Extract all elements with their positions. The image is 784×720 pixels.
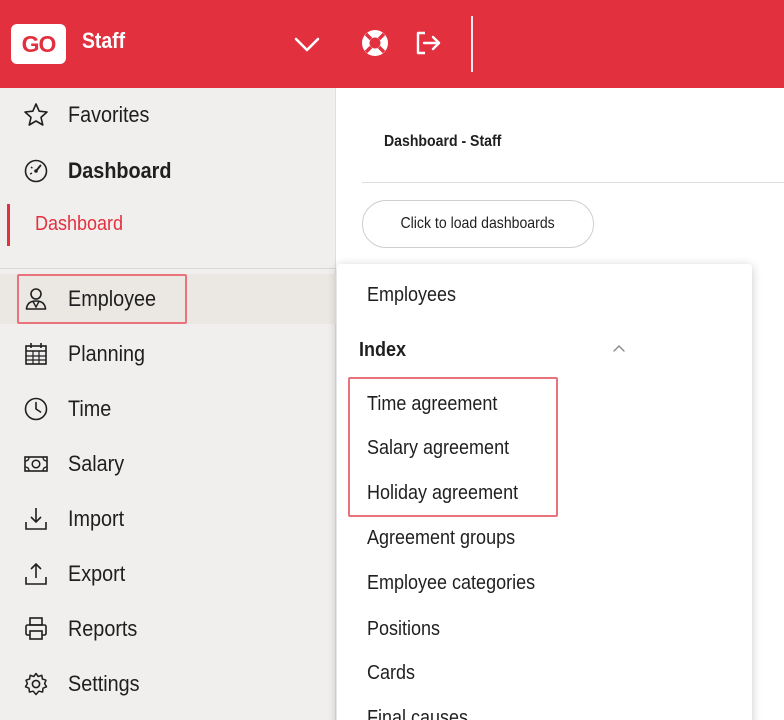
app-title: Staff (82, 28, 126, 53)
menu-item-final-causes[interactable]: Final causes (367, 707, 468, 720)
go-logo[interactable]: GO (11, 24, 66, 64)
sidebar-subitem-label: Dashboard (35, 213, 124, 235)
sidebar-item-label: Reports (68, 616, 138, 641)
highlight-agreements (348, 377, 558, 517)
sidebar-item-label: Export (68, 561, 126, 586)
clock-icon (24, 397, 48, 421)
gear-icon (24, 672, 48, 696)
gauge-icon (24, 159, 48, 183)
sidebar-item-import[interactable]: Import (0, 494, 336, 544)
sidebar-item-label: Settings (68, 671, 140, 696)
sidebar-item-favorites[interactable]: Favorites (0, 90, 336, 140)
top-header: GO Staff (0, 0, 784, 88)
header-divider (471, 16, 473, 72)
sidebar-section-dashboard[interactable]: Dashboard (0, 146, 336, 196)
sidebar: Favorites Dashboard Dashboard Employee P… (0, 88, 336, 720)
calendar-icon (25, 343, 47, 365)
active-indicator (7, 204, 10, 246)
import-icon (25, 508, 47, 530)
main-divider (362, 182, 784, 183)
sidebar-divider (0, 268, 336, 269)
sidebar-item-label: Import (68, 506, 125, 531)
sidebar-item-label: Planning (68, 341, 146, 366)
sidebar-item-reports[interactable]: Reports (0, 604, 336, 654)
sidebar-item-settings[interactable]: Settings (0, 659, 336, 709)
employee-menu-dropdown: Employees Index Time agreement Salary ag… (337, 264, 752, 720)
star-icon (24, 103, 48, 126)
load-dashboards-button[interactable]: Click to load dashboards (362, 200, 594, 248)
printer-icon (25, 617, 47, 640)
sidebar-item-time[interactable]: Time (0, 384, 336, 434)
sidebar-subitem-dashboard[interactable]: Dashboard (0, 200, 336, 250)
load-dashboards-label: Click to load dashboards (400, 215, 556, 232)
logout-icon[interactable] (414, 29, 442, 57)
menu-item-positions[interactable]: Positions (367, 618, 440, 641)
money-icon (24, 456, 48, 472)
menu-item-agreement-groups[interactable]: Agreement groups (367, 527, 515, 550)
chevron-up-icon[interactable] (611, 342, 627, 354)
export-icon (25, 562, 47, 585)
sidebar-item-label: Salary (68, 451, 125, 476)
sidebar-item-planning[interactable]: Planning (0, 329, 336, 379)
page-title: Dashboard - Staff (384, 133, 502, 150)
sidebar-item-export[interactable]: Export (0, 549, 336, 599)
menu-item-cards[interactable]: Cards (367, 662, 415, 685)
lifebuoy-icon[interactable] (360, 28, 390, 58)
sidebar-item-label: Dashboard (68, 158, 172, 183)
sidebar-item-label: Favorites (68, 102, 150, 127)
menu-item-employee-categories[interactable]: Employee categories (367, 572, 535, 595)
sidebar-item-salary[interactable]: Salary (0, 439, 336, 489)
menu-section-index[interactable]: Index (359, 339, 406, 362)
highlight-employee (17, 274, 187, 324)
menu-item-employees[interactable]: Employees (367, 284, 456, 307)
sidebar-item-label: Time (68, 396, 112, 421)
chevron-down-icon[interactable] (292, 32, 322, 56)
